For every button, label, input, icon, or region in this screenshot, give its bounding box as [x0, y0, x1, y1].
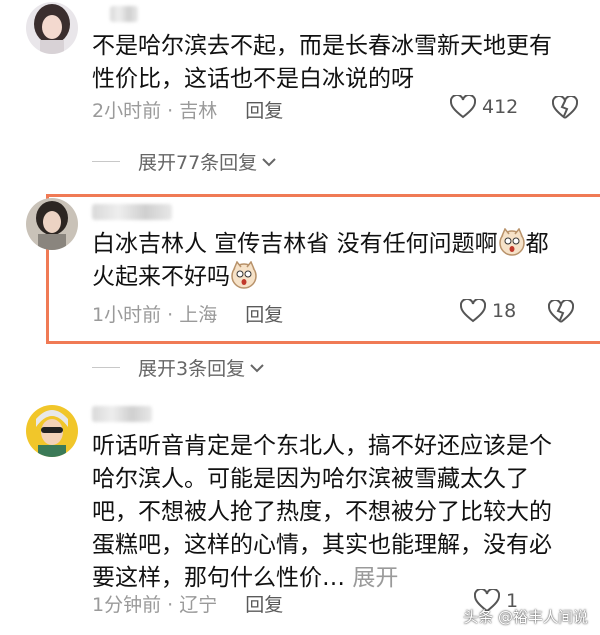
cat-emoji-icon [231, 261, 257, 289]
comment-meta: 1小时前 · 上海 回复 [92, 300, 283, 327]
timestamp: 1小时前 [92, 304, 162, 326]
meta-separator: · [167, 304, 174, 326]
username-blurred [110, 6, 138, 22]
avatar[interactable] [26, 198, 78, 250]
location: 吉林 [179, 100, 218, 122]
broken-heart-icon [551, 94, 579, 119]
like-button[interactable]: 18 [460, 299, 516, 323]
watermark: 头条 @裕丰人间说 [463, 608, 588, 626]
comment-text: 不是哈尔滨去不起，而是长春冰雪新天地更有性价比，这话也不是白冰说的呀 [92, 33, 552, 92]
comment-meta: 2小时前 · 吉林 回复 [92, 96, 283, 123]
expand-replies-button[interactable]: 展开77条回复 [92, 148, 277, 175]
timestamp: 1分钟前 [92, 594, 162, 616]
expand-replies-button[interactable]: 展开3条回复 [92, 354, 265, 381]
reply-button[interactable]: 回复 [245, 100, 283, 122]
like-button[interactable]: 412 [450, 95, 518, 119]
divider-line [92, 161, 120, 162]
broken-heart-icon [547, 298, 575, 323]
heart-icon [450, 95, 476, 119]
meta-separator: · [167, 100, 174, 122]
location: 上海 [179, 304, 218, 326]
username-blurred [92, 406, 152, 422]
dislike-button[interactable] [547, 298, 575, 328]
expand-replies-label: 展开3条回复 [138, 358, 246, 380]
heart-icon [460, 299, 486, 323]
comment-meta: 1分钟前 · 辽宁 回复 [92, 590, 283, 617]
comment-text-part1: 白冰吉林人 宣传吉林省 没有任何问题啊 [92, 231, 498, 257]
expand-replies-label: 展开77条回复 [138, 152, 258, 174]
avatar[interactable] [26, 2, 78, 54]
username-blurred [92, 204, 172, 220]
reply-button[interactable]: 回复 [245, 594, 283, 616]
timestamp: 2小时前 [92, 100, 162, 122]
chevron-down-icon [262, 157, 276, 166]
comment-text: 听话听音肯定是个东北人，搞不好还应该是个哈尔滨人。可能是因为哈尔滨被雪藏太久了吧… [92, 430, 560, 595]
meta-separator: · [167, 594, 174, 616]
comment-text: 白冰吉林人 宣传吉林省 没有任何问题啊 都火起来不好吗 [92, 228, 562, 294]
dislike-button[interactable] [551, 94, 579, 124]
divider-line [92, 367, 120, 368]
cat-emoji-icon [498, 228, 525, 256]
reply-button[interactable]: 回复 [245, 304, 283, 326]
like-count: 412 [482, 96, 519, 118]
avatar[interactable] [26, 405, 78, 457]
expand-text-button[interactable]: 展开 [352, 565, 398, 591]
comment-text-body: 听话听音肯定是个东北人，搞不好还应该是个哈尔滨人。可能是因为哈尔滨被雪藏太久了吧… [92, 433, 552, 591]
like-count: 18 [492, 300, 517, 322]
location: 辽宁 [179, 594, 218, 616]
chevron-down-icon [250, 363, 264, 372]
